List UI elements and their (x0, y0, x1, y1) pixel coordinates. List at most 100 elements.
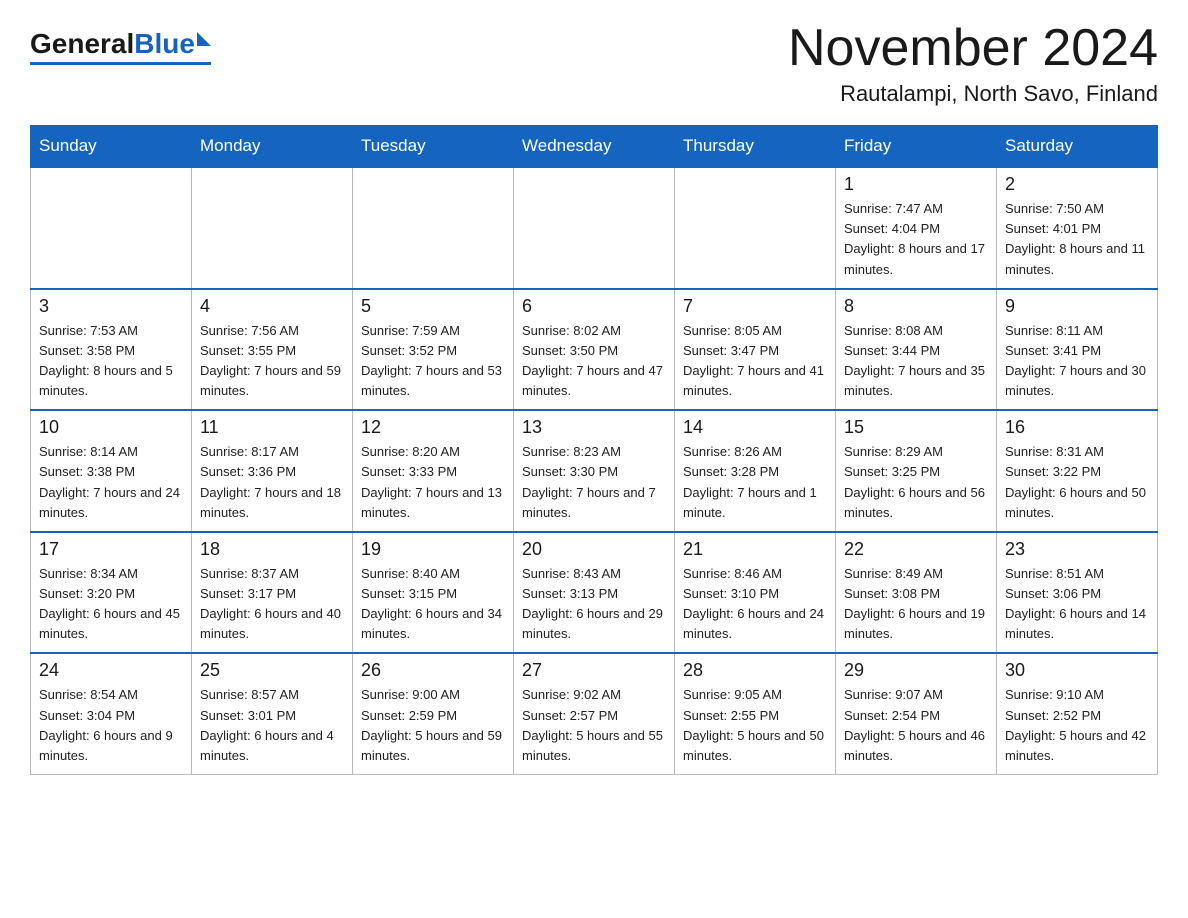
calendar-header-row: SundayMondayTuesdayWednesdayThursdayFrid… (31, 126, 1158, 168)
calendar-cell-empty (675, 167, 836, 289)
calendar-cell-7: 7 Sunrise: 8:05 AMSunset: 3:47 PMDaylight… (675, 289, 836, 411)
day-number: 14 (683, 417, 827, 438)
logo: General Blue (30, 20, 211, 65)
day-info: Sunrise: 8:14 AMSunset: 3:38 PMDaylight:… (39, 442, 183, 523)
day-number: 30 (1005, 660, 1149, 681)
calendar-cell-3: 3 Sunrise: 7:53 AMSunset: 3:58 PMDaylight… (31, 289, 192, 411)
day-number: 24 (39, 660, 183, 681)
calendar-cell-6: 6 Sunrise: 8:02 AMSunset: 3:50 PMDaylight… (514, 289, 675, 411)
day-info: Sunrise: 9:05 AMSunset: 2:55 PMDaylight:… (683, 685, 827, 766)
calendar-cell-empty (192, 167, 353, 289)
day-info: Sunrise: 7:59 AMSunset: 3:52 PMDaylight:… (361, 321, 505, 402)
calendar-week-row-2: 3 Sunrise: 7:53 AMSunset: 3:58 PMDaylight… (31, 289, 1158, 411)
day-info: Sunrise: 8:23 AMSunset: 3:30 PMDaylight:… (522, 442, 666, 523)
calendar-cell-28: 28 Sunrise: 9:05 AMSunset: 2:55 PMDayligh… (675, 653, 836, 774)
day-info: Sunrise: 7:56 AMSunset: 3:55 PMDaylight:… (200, 321, 344, 402)
day-number: 7 (683, 296, 827, 317)
day-info: Sunrise: 8:26 AMSunset: 3:28 PMDaylight:… (683, 442, 827, 523)
calendar-week-row-3: 10Sunrise: 8:14 AMSunset: 3:38 PMDayligh… (31, 410, 1158, 532)
calendar-header-wednesday: Wednesday (514, 126, 675, 168)
day-info: Sunrise: 8:20 AMSunset: 3:33 PMDaylight:… (361, 442, 505, 523)
calendar-cell-13: 13 Sunrise: 8:23 AMSunset: 3:30 PMDayligh… (514, 410, 675, 532)
title-area: November 2024 Rautalampi, North Savo, Fi… (788, 20, 1158, 107)
calendar-cell-empty (514, 167, 675, 289)
day-number: 29 (844, 660, 988, 681)
header: General Blue November 2024 Rautalampi, N… (30, 20, 1158, 107)
day-number: 4 (200, 296, 344, 317)
day-info: Sunrise: 7:50 AMSunset: 4:01 PMDaylight:… (1005, 199, 1149, 280)
logo-general-text: General (30, 28, 134, 60)
calendar-cell-23: 23 Sunrise: 8:51 AMSunset: 3:06 PMDayligh… (997, 532, 1158, 654)
page-subtitle: Rautalampi, North Savo, Finland (788, 81, 1158, 107)
calendar-cell-empty (353, 167, 514, 289)
calendar-table: SundayMondayTuesdayWednesdayThursdayFrid… (30, 125, 1158, 775)
day-info: Sunrise: 7:53 AMSunset: 3:58 PMDaylight:… (39, 321, 183, 402)
day-number: 20 (522, 539, 666, 560)
day-info: Sunrise: 9:10 AMSunset: 2:52 PMDaylight:… (1005, 685, 1149, 766)
calendar-cell-9: 9Sunrise: 8:11 AMSunset: 3:41 PMDaylight… (997, 289, 1158, 411)
calendar-header-sunday: Sunday (31, 126, 192, 168)
day-info: Sunrise: 8:11 AMSunset: 3:41 PMDaylight:… (1005, 321, 1149, 402)
day-info: Sunrise: 8:54 AMSunset: 3:04 PMDaylight:… (39, 685, 183, 766)
day-number: 21 (683, 539, 827, 560)
calendar-cell-2: 2Sunrise: 7:50 AMSunset: 4:01 PMDaylight… (997, 167, 1158, 289)
calendar-cell-30: 30 Sunrise: 9:10 AMSunset: 2:52 PMDayligh… (997, 653, 1158, 774)
day-info: Sunrise: 8:02 AMSunset: 3:50 PMDaylight:… (522, 321, 666, 402)
day-info: Sunrise: 8:49 AMSunset: 3:08 PMDaylight:… (844, 564, 988, 645)
calendar-week-row-1: 1 Sunrise: 7:47 AMSunset: 4:04 PMDaylight… (31, 167, 1158, 289)
day-number: 22 (844, 539, 988, 560)
calendar-cell-27: 27Sunrise: 9:02 AMSunset: 2:57 PMDayligh… (514, 653, 675, 774)
calendar-cell-20: 20Sunrise: 8:43 AMSunset: 3:13 PMDayligh… (514, 532, 675, 654)
day-info: Sunrise: 9:00 AMSunset: 2:59 PMDaylight:… (361, 685, 505, 766)
day-number: 16 (1005, 417, 1149, 438)
day-number: 6 (522, 296, 666, 317)
day-number: 13 (522, 417, 666, 438)
calendar-week-row-4: 17 Sunrise: 8:34 AMSunset: 3:20 PMDayligh… (31, 532, 1158, 654)
day-number: 15 (844, 417, 988, 438)
day-info: Sunrise: 8:51 AMSunset: 3:06 PMDaylight:… (1005, 564, 1149, 645)
calendar-cell-11: 11Sunrise: 8:17 AMSunset: 3:36 PMDayligh… (192, 410, 353, 532)
day-info: Sunrise: 8:46 AMSunset: 3:10 PMDaylight:… (683, 564, 827, 645)
calendar-cell-19: 19Sunrise: 8:40 AMSunset: 3:15 PMDayligh… (353, 532, 514, 654)
day-info: Sunrise: 8:31 AMSunset: 3:22 PMDaylight:… (1005, 442, 1149, 523)
day-info: Sunrise: 8:40 AMSunset: 3:15 PMDaylight:… (361, 564, 505, 645)
day-number: 17 (39, 539, 183, 560)
day-number: 23 (1005, 539, 1149, 560)
day-number: 1 (844, 174, 988, 195)
day-number: 27 (522, 660, 666, 681)
calendar-cell-10: 10Sunrise: 8:14 AMSunset: 3:38 PMDayligh… (31, 410, 192, 532)
calendar-cell-17: 17 Sunrise: 8:34 AMSunset: 3:20 PMDayligh… (31, 532, 192, 654)
calendar-cell-29: 29Sunrise: 9:07 AMSunset: 2:54 PMDayligh… (836, 653, 997, 774)
calendar-cell-16: 16 Sunrise: 8:31 AMSunset: 3:22 PMDayligh… (997, 410, 1158, 532)
calendar-cell-26: 26Sunrise: 9:00 AMSunset: 2:59 PMDayligh… (353, 653, 514, 774)
calendar-cell-empty (31, 167, 192, 289)
calendar-cell-4: 4 Sunrise: 7:56 AMSunset: 3:55 PMDaylight… (192, 289, 353, 411)
day-number: 11 (200, 417, 344, 438)
calendar-header-tuesday: Tuesday (353, 126, 514, 168)
day-info: Sunrise: 8:05 AMSunset: 3:47 PMDaylight:… (683, 321, 827, 402)
day-number: 3 (39, 296, 183, 317)
day-info: Sunrise: 8:08 AMSunset: 3:44 PMDaylight:… (844, 321, 988, 402)
calendar-cell-12: 12Sunrise: 8:20 AMSunset: 3:33 PMDayligh… (353, 410, 514, 532)
day-info: Sunrise: 8:34 AMSunset: 3:20 PMDaylight:… (39, 564, 183, 645)
calendar-cell-24: 24 Sunrise: 8:54 AMSunset: 3:04 PMDayligh… (31, 653, 192, 774)
day-info: Sunrise: 7:47 AMSunset: 4:04 PMDaylight:… (844, 199, 988, 280)
calendar-cell-22: 22 Sunrise: 8:49 AMSunset: 3:08 PMDayligh… (836, 532, 997, 654)
day-info: Sunrise: 8:29 AMSunset: 3:25 PMDaylight:… (844, 442, 988, 523)
calendar-header-saturday: Saturday (997, 126, 1158, 168)
logo-triangle-icon (197, 32, 211, 46)
day-number: 28 (683, 660, 827, 681)
calendar-header-friday: Friday (836, 126, 997, 168)
calendar-cell-14: 14 Sunrise: 8:26 AMSunset: 3:28 PMDayligh… (675, 410, 836, 532)
calendar-cell-25: 25 Sunrise: 8:57 AMSunset: 3:01 PMDayligh… (192, 653, 353, 774)
calendar-cell-21: 21 Sunrise: 8:46 AMSunset: 3:10 PMDayligh… (675, 532, 836, 654)
day-number: 18 (200, 539, 344, 560)
calendar-cell-8: 8Sunrise: 8:08 AMSunset: 3:44 PMDaylight… (836, 289, 997, 411)
logo-blue-container: Blue (134, 28, 211, 60)
calendar-cell-5: 5Sunrise: 7:59 AMSunset: 3:52 PMDaylight… (353, 289, 514, 411)
calendar-cell-18: 18 Sunrise: 8:37 AMSunset: 3:17 PMDayligh… (192, 532, 353, 654)
day-number: 25 (200, 660, 344, 681)
calendar-cell-1: 1 Sunrise: 7:47 AMSunset: 4:04 PMDaylight… (836, 167, 997, 289)
day-info: Sunrise: 8:37 AMSunset: 3:17 PMDaylight:… (200, 564, 344, 645)
day-info: Sunrise: 8:57 AMSunset: 3:01 PMDaylight:… (200, 685, 344, 766)
